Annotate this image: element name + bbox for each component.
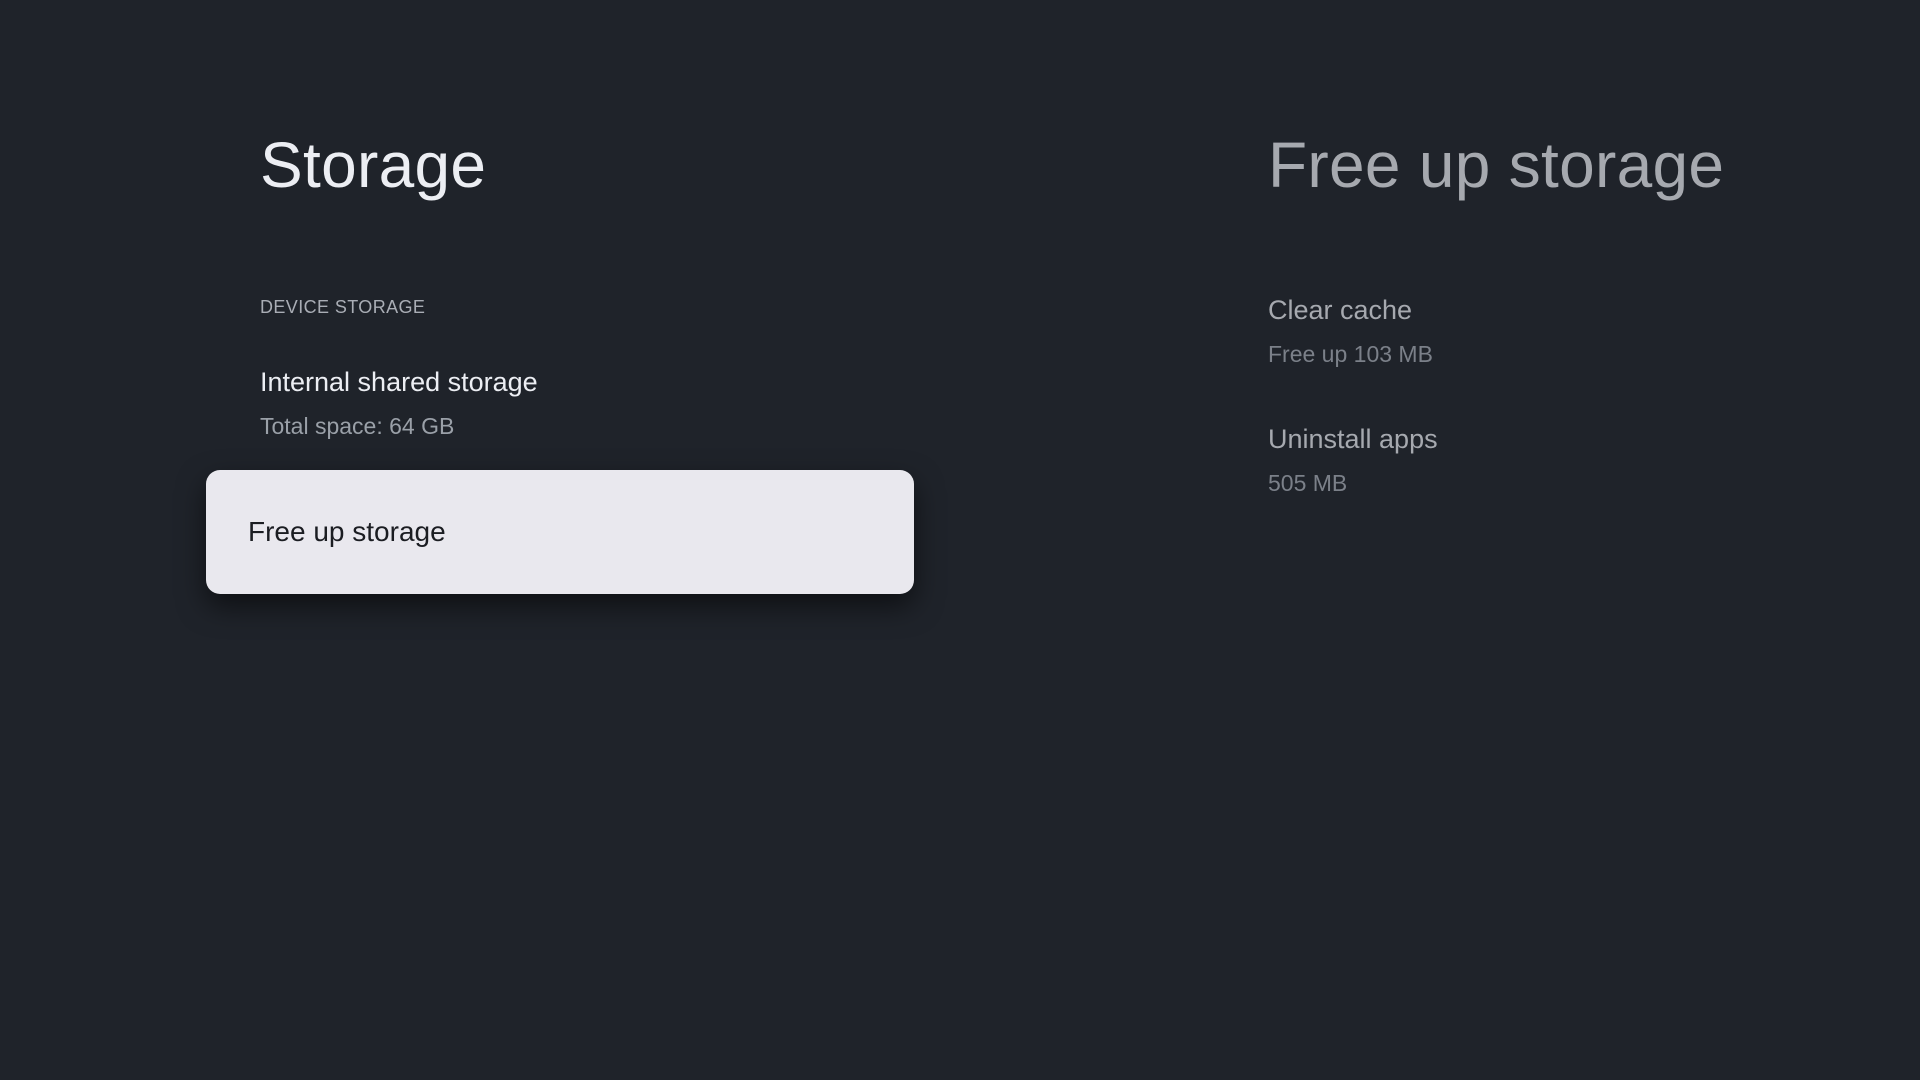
uninstall-apps-item[interactable]: Uninstall apps 505 MB [1268, 421, 1828, 499]
internal-shared-storage-item[interactable]: Internal shared storage Total space: 64 … [260, 364, 860, 442]
internal-shared-storage-subtitle: Total space: 64 GB [260, 413, 455, 439]
uninstall-apps-title: Uninstall apps [1268, 424, 1438, 454]
internal-shared-storage-title: Internal shared storage [260, 367, 538, 397]
section-header-device-storage: DEVICE STORAGE [260, 297, 426, 317]
free-up-storage-item[interactable]: Free up storage [206, 470, 914, 594]
clear-cache-title: Clear cache [1268, 295, 1413, 325]
clear-cache-item[interactable]: Clear cache Free up 103 MB [1268, 292, 1828, 370]
free-up-storage-preview-panel: Free up storage Clear cache Free up 103 … [1268, 0, 1868, 1080]
preview-title: Free up storage [1268, 129, 1725, 201]
storage-panel: Storage DEVICE STORAGE Internal shared s… [0, 0, 960, 1080]
uninstall-apps-subtitle: 505 MB [1268, 470, 1348, 496]
free-up-storage-label: Free up storage [248, 516, 446, 547]
clear-cache-subtitle: Free up 103 MB [1268, 341, 1433, 367]
settings-screen: Storage DEVICE STORAGE Internal shared s… [0, 0, 1920, 1080]
page-title: Storage [260, 129, 487, 201]
